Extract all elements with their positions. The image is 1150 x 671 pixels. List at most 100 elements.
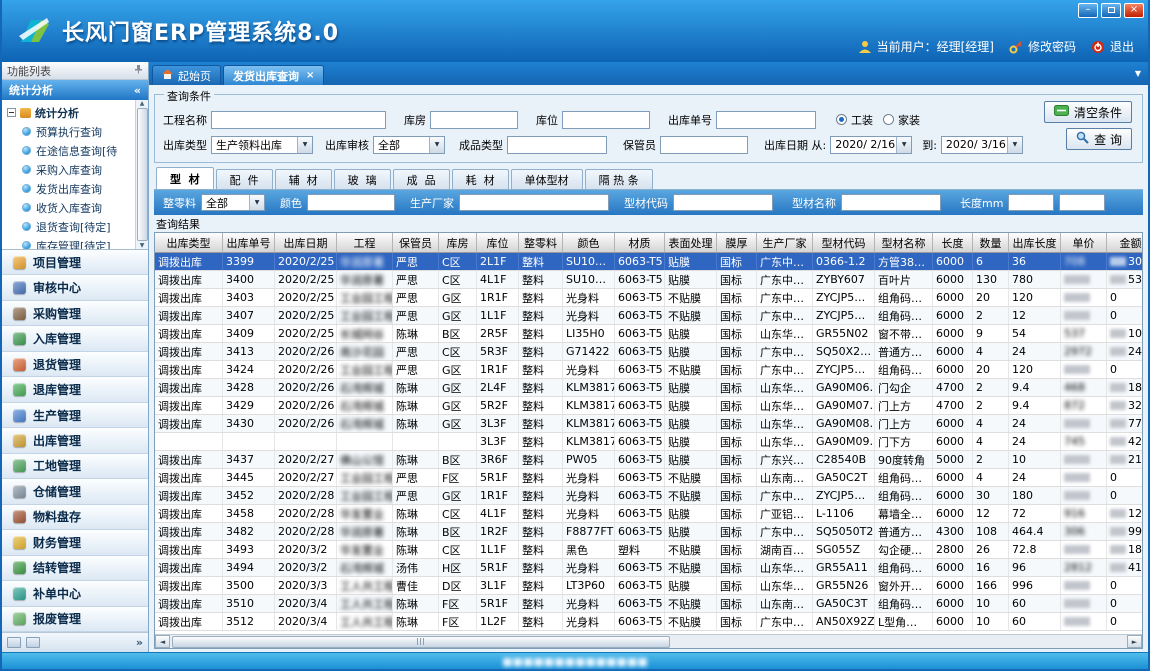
tree-collapse-icon[interactable] [7,108,16,117]
tree-scrollbar[interactable]: ▲ ▼ [135,100,148,249]
column-header[interactable]: 长度 [933,233,973,252]
sidebar-menu-item[interactable]: 财务管理 [2,530,148,555]
color-input[interactable] [307,194,395,211]
tab-start-page[interactable]: 起始页 [152,65,221,85]
scrollbar-thumb[interactable] [172,636,670,648]
column-header[interactable]: 单价 [1061,233,1107,252]
chevron-down-icon[interactable]: ▼ [297,137,312,153]
horizontal-scrollbar[interactable]: ◄ ► [155,634,1142,648]
sidebar-menu-item[interactable]: 退库管理 [2,377,148,402]
chevron-down-icon[interactable]: ▼ [249,195,264,211]
column-header[interactable]: 型材名称 [875,233,933,252]
tree-scroll-thumb[interactable] [137,108,148,241]
project-name-input[interactable] [211,111,386,129]
date-from-select[interactable]: 2020/ 2/16 ▼ [830,136,912,154]
table-row[interactable]: 调拨出库35102020/3/4工人共工程陈琳F区5R1F整料光身料6063-T… [155,595,1142,613]
sidebar-menu-item[interactable]: 工地管理 [2,454,148,479]
table-row[interactable]: 调拨出库34032020/2/25工业园工程严思G区1R1F整料光身料6063-… [155,289,1142,307]
table-row[interactable]: 调拨出库34002020/2/25华润原著严思C区4L1F整料SU10…6063… [155,271,1142,289]
column-header[interactable]: 库房 [439,233,477,252]
length-from-input[interactable] [1008,194,1054,211]
maximize-button[interactable] [1101,3,1121,18]
length-to-input[interactable] [1059,194,1105,211]
keeper-input[interactable] [660,136,748,154]
scroll-down-icon[interactable]: ▼ [140,242,145,249]
material-tab[interactable]: 配 件 [216,169,273,189]
scroll-right-icon[interactable]: ► [1127,635,1142,648]
order-no-input[interactable] [716,111,816,129]
table-row[interactable]: 调拨出库34932020/3/2华发置业陈琳C区1L1F整料黑色塑料不贴膜国标湖… [155,541,1142,559]
radio-work-install[interactable] [836,114,847,125]
sidebar-menu-item[interactable]: 退货管理 [2,352,148,377]
table-row[interactable]: 调拨出库34282020/2/26石湾辉城陈琳G区2L4F整料KLM381760… [155,379,1142,397]
column-header[interactable]: 库位 [477,233,519,252]
tree-item[interactable]: 发货出库查询 [7,179,133,198]
sidebar-menu-item[interactable]: 采购管理 [2,301,148,326]
table-row[interactable]: 调拨出库34522020/2/28工业园工程严思G区1R1F整料光身料6063-… [155,487,1142,505]
table-row[interactable]: 3L3F整料KLM38176063-T5贴膜国标山东华…GA90M09…门下方6… [155,433,1142,451]
sidebar-menu-item[interactable]: 仓储管理 [2,479,148,504]
logout-link[interactable]: 退出 [1110,38,1134,55]
column-header[interactable]: 出库单号 [223,233,275,252]
material-tab[interactable]: 成 品 [393,169,450,189]
profile-code-input[interactable] [673,194,773,211]
whole-scrap-select[interactable]: 全部 ▼ [201,194,265,211]
change-password-link[interactable]: 修改密码 [1028,38,1076,55]
expand-more-icon[interactable]: » [136,636,143,649]
radio-home-install[interactable] [883,114,894,125]
table-row[interactable]: 调拨出库35002020/3/3工人共工程曹佳D区3L1F整料LT3P60606… [155,577,1142,595]
column-header[interactable]: 膜厚 [717,233,757,252]
panel-icon[interactable] [26,637,40,648]
column-header[interactable]: 出库日期 [275,233,337,252]
column-header[interactable]: 材质 [615,233,665,252]
material-tab[interactable]: 型 材 [156,167,214,189]
profile-name-input[interactable] [841,194,941,211]
table-row[interactable]: 调拨出库34372020/2/27佛山公馆陈琳B区3R6F整料PW056063-… [155,451,1142,469]
table-row[interactable]: 调拨出库34292020/2/26石湾辉城陈琳G区5R2F整料KLM381760… [155,397,1142,415]
product-type-input[interactable] [507,136,607,154]
sidebar-menu-item[interactable]: 补单中心 [2,581,148,606]
sidebar-menu-item[interactable]: 报废管理 [2,607,148,632]
clear-conditions-button[interactable]: 清空条件 [1044,101,1132,123]
column-header[interactable]: 颜色 [563,233,615,252]
column-header[interactable]: 保管员 [393,233,439,252]
sidebar-menu-item[interactable]: 出库管理 [2,428,148,453]
column-header[interactable]: 出库长度 [1009,233,1061,252]
table-row[interactable]: 调拨出库34942020/3/2石湾辉城汤伟H区5R1F整料光身料6063-T5… [155,559,1142,577]
scrollbar-track[interactable] [170,635,1127,648]
column-header[interactable]: 表面处理 [665,233,717,252]
tree-root[interactable]: 统计分析 [7,103,133,122]
tree-item[interactable]: 库存管理[待定] [7,236,133,250]
table-row[interactable]: 调拨出库34302020/2/26石湾辉城陈琳G区3L3F整料KLM381760… [155,415,1142,433]
sidebar-menu-item[interactable]: 入库管理 [2,326,148,351]
column-header[interactable]: 生产厂家 [757,233,813,252]
column-header[interactable]: 出库类型 [155,233,223,252]
tab-shipment-outbound-query[interactable]: 发货出库查询 × [223,65,324,85]
outbound-type-select[interactable]: 生产领料出库 ▼ [211,136,313,154]
collapse-icon[interactable]: « [134,84,141,97]
tree-item[interactable]: 在途信息查询[待 [7,141,133,160]
tree-item[interactable]: 采购入库查询 [7,160,133,179]
sidebar-menu-item[interactable]: 物料盘存 [2,505,148,530]
material-tab[interactable]: 玻 璃 [334,169,391,189]
audit-select[interactable]: 全部 ▼ [373,136,445,154]
sidebar-menu-item[interactable]: 审核中心 [2,275,148,300]
chevron-down-icon[interactable]: ▼ [896,137,911,153]
material-tab[interactable]: 单体型材 [511,169,583,189]
column-header[interactable]: 型材代码 [813,233,875,252]
table-row[interactable]: 调拨出库34092020/2/25长城网谷陈琳B区2R5F整料LI35H0606… [155,325,1142,343]
column-header[interactable]: 数量 [973,233,1009,252]
table-row[interactable]: 调拨出库34582020/2/28华发置业陈琳C区4L1F整料光身料6063-T… [155,505,1142,523]
table-row[interactable]: 调拨出库34822020/2/28华润原著陈琳B区1R2F整料F8877FT60… [155,523,1142,541]
minimize-button[interactable]: – [1078,3,1098,18]
warehouse-input[interactable] [430,111,518,129]
tab-close-icon[interactable]: × [306,70,314,81]
column-header[interactable]: 工程 [337,233,393,252]
material-tab[interactable]: 辅 材 [275,169,332,189]
date-to-select[interactable]: 2020/ 3/16 ▼ [941,136,1023,154]
close-button[interactable]: × [1124,3,1144,18]
location-input[interactable] [562,111,650,129]
table-row[interactable]: 调拨出库33992020/2/25华润原著严思C区2L1F整料SU10…6063… [155,253,1142,271]
table-row[interactable]: 调拨出库34072020/2/25工业园工程严思G区1L1F整料光身料6063-… [155,307,1142,325]
chevron-down-icon[interactable]: ▼ [429,137,444,153]
